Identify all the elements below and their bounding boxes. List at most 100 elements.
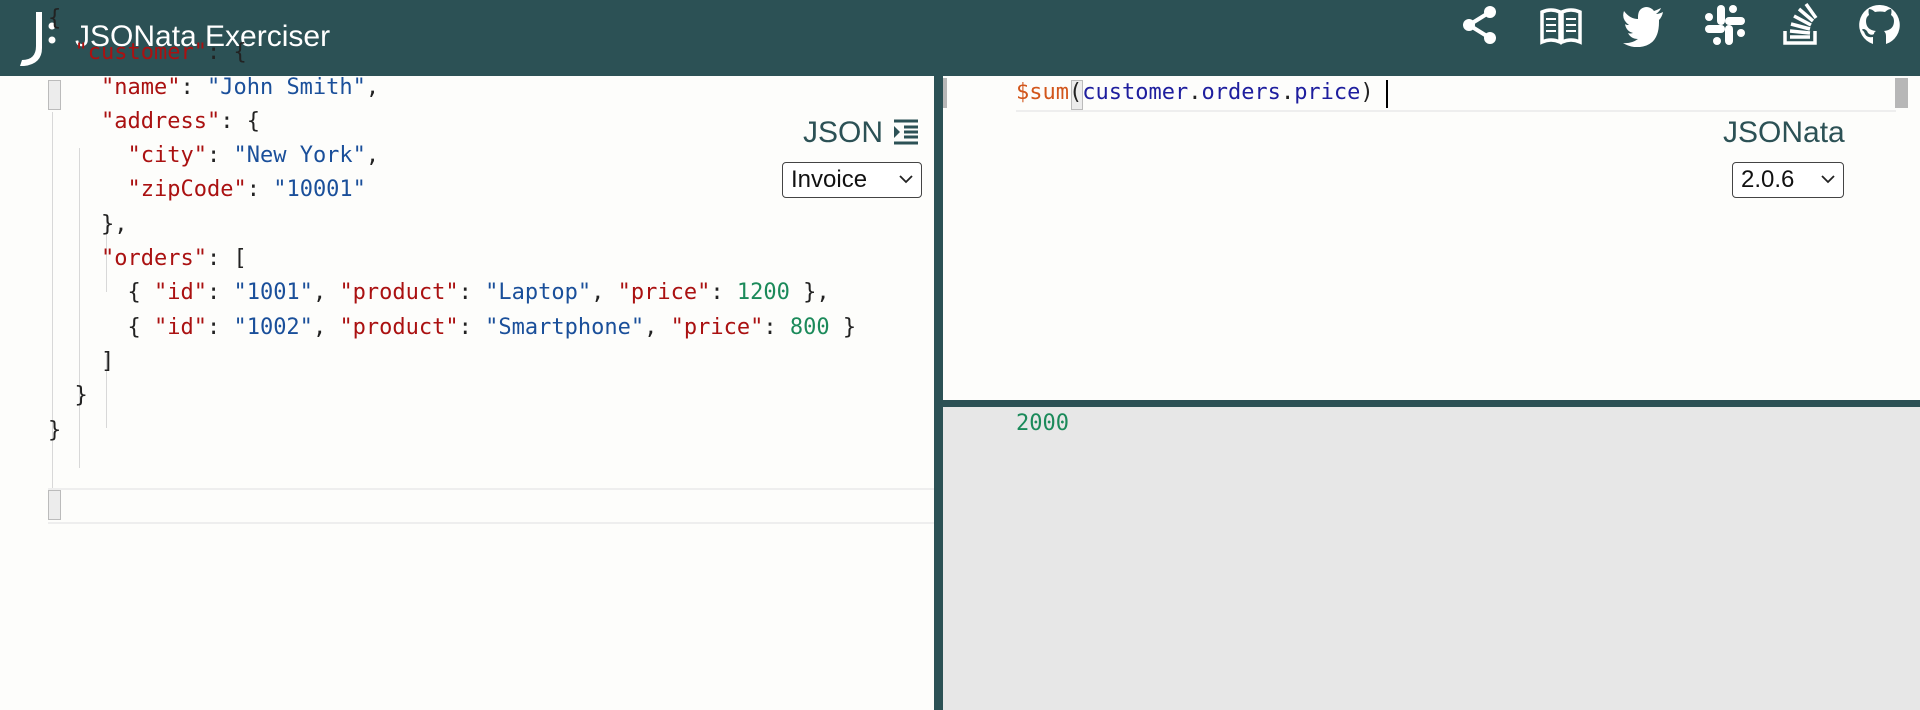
code-token: , xyxy=(644,314,671,340)
code-token: customer xyxy=(1082,80,1189,105)
code-token: , xyxy=(312,280,340,306)
expression-line[interactable]: $sum(customer.orders.price) xyxy=(1016,76,1374,110)
code-token: 1200 xyxy=(736,280,790,306)
code-token: orders xyxy=(1201,80,1281,105)
expression-scrollbar-thumb[interactable] xyxy=(1895,78,1908,108)
slack-icon[interactable] xyxy=(1700,0,1750,50)
code-token: } xyxy=(829,314,857,340)
version-select-value: 2.0.6 xyxy=(1741,166,1795,193)
code-token: }, xyxy=(48,211,128,237)
json-line[interactable]: { xyxy=(48,2,856,36)
code-token: : xyxy=(206,314,234,340)
json-line[interactable]: } xyxy=(48,379,856,413)
code-token: : xyxy=(206,280,234,306)
share-icon[interactable] xyxy=(1455,0,1505,50)
vertical-splitter[interactable] xyxy=(934,76,943,710)
json-line[interactable]: { "id": "1001", "product": "Laptop", "pr… xyxy=(48,276,856,310)
json-code-text[interactable]: { "customer": { "name": "John Smith", "a… xyxy=(48,2,856,448)
code-token: "product" xyxy=(339,314,459,340)
json-line[interactable]: "address": { xyxy=(48,105,856,139)
sample-select-value: Invoice xyxy=(791,166,868,193)
chevron-down-icon xyxy=(899,175,913,184)
code-token: , xyxy=(365,143,380,169)
code-token: { xyxy=(48,6,62,31)
code-token: : xyxy=(206,143,234,169)
code-token: "name" xyxy=(100,74,181,100)
code-token: : [ xyxy=(206,246,247,272)
docs-book-icon[interactable] xyxy=(1536,0,1586,50)
code-token: { xyxy=(48,280,154,306)
format-json-icon[interactable] xyxy=(892,118,920,146)
code-token: "zipCode" xyxy=(127,177,247,203)
code-token: : xyxy=(180,74,207,100)
code-token: ] xyxy=(48,348,115,374)
code-token: ) xyxy=(1360,80,1374,105)
code-token: "1002" xyxy=(233,314,313,340)
code-token: 800 xyxy=(789,314,830,340)
stackoverflow-icon[interactable] xyxy=(1776,0,1826,50)
code-token: "id" xyxy=(153,314,207,340)
bracket-match-close xyxy=(48,490,61,520)
json-line[interactable]: { "id": "1002", "product": "Smartphone",… xyxy=(48,311,856,345)
code-token: "New York" xyxy=(233,143,366,169)
code-token: . xyxy=(1280,80,1295,105)
code-token: : { xyxy=(206,40,247,66)
code-token: }, xyxy=(789,280,830,306)
json-line[interactable]: ] xyxy=(48,345,856,379)
horizontal-splitter[interactable] xyxy=(943,400,1920,407)
expression-language-label: JSONata xyxy=(1723,116,1845,149)
code-token: "John Smith" xyxy=(206,74,366,100)
json-line[interactable]: "city": "New York", xyxy=(48,139,856,173)
code-token: { xyxy=(48,314,154,340)
sample-select[interactable]: Invoice xyxy=(782,162,922,198)
github-icon[interactable] xyxy=(1855,0,1905,50)
json-line[interactable]: } xyxy=(48,414,856,448)
result-output: 2000 xyxy=(1016,411,1069,436)
code-token: . xyxy=(1188,80,1202,105)
code-token: , xyxy=(365,74,380,100)
code-token: "customer" xyxy=(74,40,207,66)
code-token: "orders" xyxy=(100,246,207,272)
code-token: : xyxy=(763,314,790,340)
chevron-down-icon xyxy=(1821,175,1835,184)
code-token: } xyxy=(48,383,88,409)
code-token: "product" xyxy=(339,280,459,306)
result-pane xyxy=(943,407,1920,710)
code-token: "city" xyxy=(127,143,207,169)
text-cursor xyxy=(1386,80,1388,108)
input-format-label: JSON xyxy=(803,116,884,149)
version-select[interactable]: 2.0.6 xyxy=(1732,162,1844,198)
code-token: price xyxy=(1294,80,1361,105)
json-line[interactable]: "name": "John Smith", xyxy=(48,71,856,105)
json-line[interactable]: "customer": { xyxy=(48,36,856,70)
json-line[interactable]: "orders": [ xyxy=(48,242,856,276)
code-token: : { xyxy=(220,108,260,134)
code-token: , xyxy=(312,314,340,340)
code-token: $sum xyxy=(1016,80,1069,105)
code-token: "1001" xyxy=(233,280,313,306)
twitter-icon[interactable] xyxy=(1618,0,1668,50)
code-token: "price" xyxy=(670,314,764,340)
json-line[interactable]: }, xyxy=(48,208,856,242)
code-token: "address" xyxy=(100,108,221,134)
json-line[interactable]: "zipCode": "10001" xyxy=(48,173,856,207)
active-line-highlight xyxy=(48,488,935,524)
code-token: : xyxy=(458,280,486,306)
code-token: : xyxy=(710,280,737,306)
code-token: : xyxy=(458,314,486,340)
code-token: "id" xyxy=(153,280,207,306)
code-token: "price" xyxy=(617,280,711,306)
code-token: ( xyxy=(1068,80,1083,105)
code-token: "10001" xyxy=(273,177,366,203)
expression-code-text[interactable]: $sum(customer.orders.price) xyxy=(1016,76,1374,110)
code-token: "Laptop" xyxy=(485,280,592,306)
code-token: "Smartphone" xyxy=(485,314,645,340)
code-token: : xyxy=(246,177,274,203)
code-token: , xyxy=(591,280,618,306)
